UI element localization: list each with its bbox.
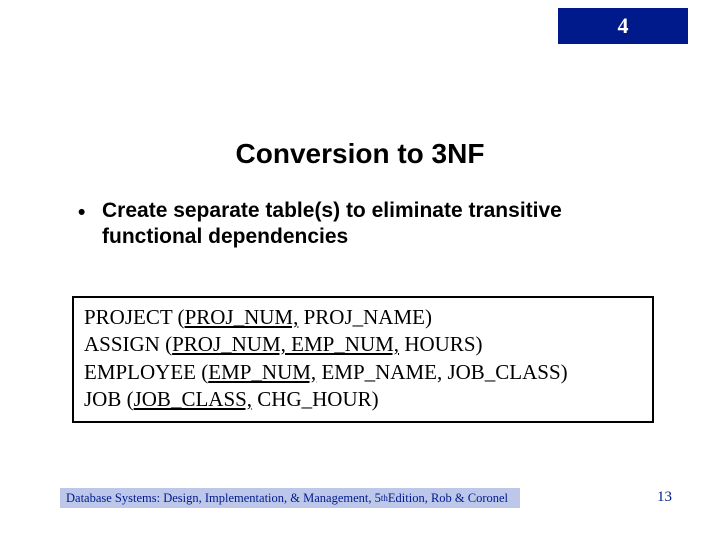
slide-title: Conversion to 3NF [0,138,720,170]
schema-line-job: JOB (JOB_CLASS, CHG_HOUR) [84,386,642,413]
bullet-dot: • [78,200,85,226]
footer-text-b: Edition, Rob & Coronel [388,491,508,506]
schema-box: PROJECT (PROJ_NUM, PROJ_NAME) ASSIGN (PR… [72,296,654,423]
page-number: 13 [657,489,672,506]
chapter-number: 4 [618,13,629,39]
footer-citation: Database Systems: Design, Implementation… [60,488,520,508]
bullet-text: Create separate table(s) to eliminate tr… [102,198,660,251]
schema-line-employee: EMPLOYEE (EMP_NUM, EMP_NAME, JOB_CLASS) [84,359,642,386]
chapter-badge: 4 [558,8,688,44]
footer-text-a: Database Systems: Design, Implementation… [66,491,381,506]
schema-line-assign: ASSIGN (PROJ_NUM, EMP_NUM, HOURS) [84,331,642,358]
bullet-item: • Create separate table(s) to eliminate … [78,198,660,251]
schema-line-project: PROJECT (PROJ_NUM, PROJ_NAME) [84,304,642,331]
